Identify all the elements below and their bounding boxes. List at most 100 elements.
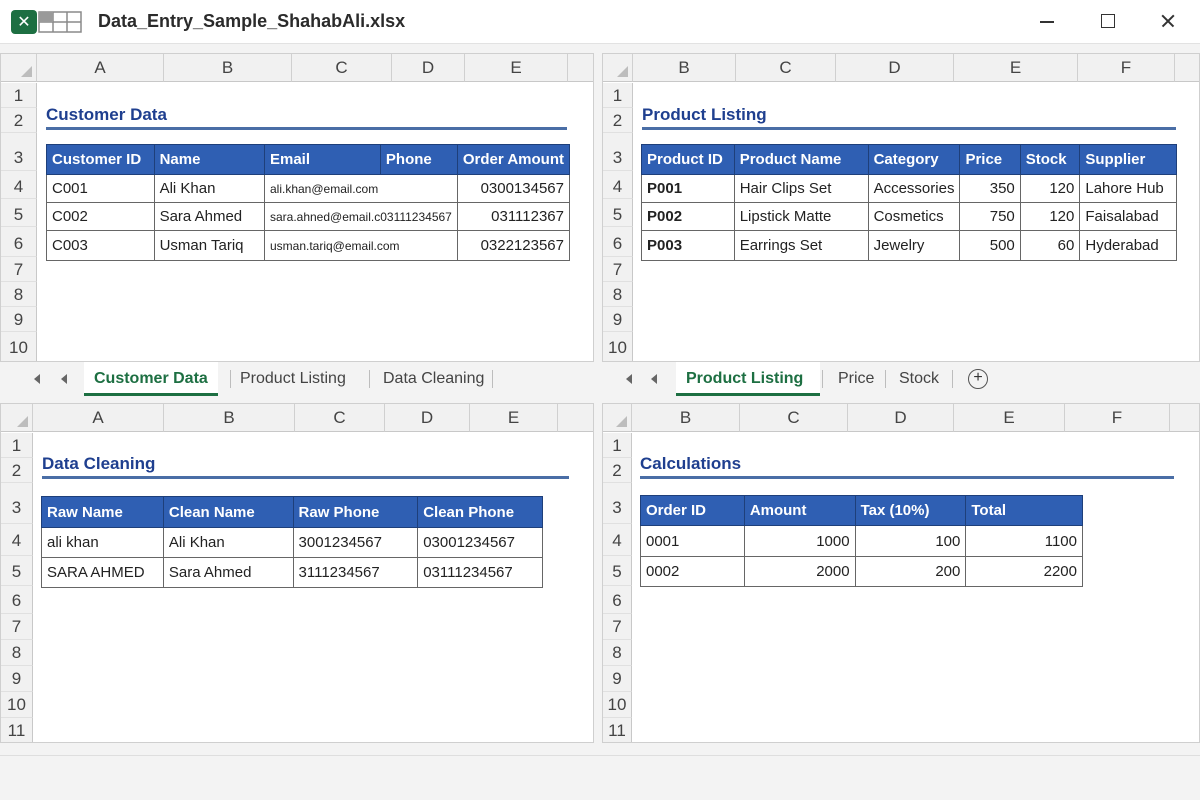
scroll-tabs-prev-icon[interactable]	[651, 374, 657, 384]
table-cell[interactable]: Sara Ahmed	[153, 202, 265, 231]
row-header-9[interactable]: 9	[1, 307, 37, 332]
row-header-8[interactable]: 8	[603, 640, 632, 666]
header-cell[interactable]: Amount	[743, 495, 856, 526]
row-header-10[interactable]: 10	[1, 332, 37, 361]
header-cell[interactable]: Raw Phone	[292, 496, 419, 528]
column-header-c[interactable]: C	[736, 54, 836, 82]
row-header-9[interactable]: 9	[603, 307, 633, 332]
table-cell[interactable]: 3111234567	[292, 557, 419, 588]
header-cell[interactable]: Customer ID	[46, 144, 155, 175]
select-all-corner[interactable]	[603, 54, 633, 82]
row-header-7[interactable]: 7	[1, 257, 37, 282]
row-header-10[interactable]: 10	[603, 332, 633, 361]
column-header-e[interactable]: E	[954, 54, 1078, 82]
table-cell[interactable]: 2000	[743, 556, 856, 587]
scroll-tabs-prev-icon[interactable]	[61, 374, 67, 384]
row-header-7[interactable]: 7	[603, 614, 632, 640]
row-header-2[interactable]: 2	[603, 108, 633, 133]
column-header-d[interactable]: D	[848, 404, 954, 432]
row-header-6[interactable]: 6	[1, 227, 37, 257]
table-cell[interactable]: 1100	[965, 525, 1083, 557]
row-header-6[interactable]: 6	[603, 227, 633, 257]
column-header-c[interactable]: C	[292, 54, 392, 82]
table-cell[interactable]: Lahore Hub	[1079, 174, 1177, 203]
table-cell[interactable]: P001	[641, 174, 735, 203]
table-cell[interactable]: 750	[959, 202, 1021, 231]
table-cell[interactable]: ali khan	[41, 527, 164, 558]
table-cell[interactable]: 03111234567	[417, 557, 543, 588]
table-cell[interactable]: SARA AHMED	[41, 557, 164, 588]
row-header-10[interactable]: 10	[603, 692, 632, 718]
table-cell[interactable]: Lipstick Matte	[733, 202, 869, 231]
row-header-11[interactable]: 11	[603, 718, 632, 742]
header-cell[interactable]: Name	[153, 144, 265, 175]
maximize-button[interactable]	[1092, 8, 1122, 34]
table-cell[interactable]: Earrings Set	[733, 230, 869, 261]
row-header-3[interactable]: 3	[603, 483, 632, 524]
row-header-7[interactable]: 7	[603, 257, 633, 282]
row-header-1[interactable]: 1	[1, 83, 37, 108]
row-header-5[interactable]: 5	[1, 556, 33, 586]
select-all-corner[interactable]	[1, 404, 33, 432]
header-cell[interactable]: Order Amount	[456, 144, 571, 175]
row-header-11[interactable]: 11	[1, 718, 33, 742]
row-header-6[interactable]: 6	[1, 586, 33, 614]
table-cell[interactable]: Hair Clips Set	[733, 174, 869, 203]
row-header-2[interactable]: 2	[603, 458, 632, 483]
row-header-10[interactable]: 10	[1, 692, 33, 718]
header-cell[interactable]: Product ID	[641, 144, 735, 175]
table-cell[interactable]: 0300134567	[456, 174, 571, 203]
table-cell[interactable]: 60	[1019, 230, 1081, 261]
column-header-d[interactable]: D	[836, 54, 954, 82]
column-header-e[interactable]: E	[465, 54, 568, 82]
column-header-a[interactable]: A	[33, 404, 164, 432]
header-cell[interactable]: Tax (10%)	[854, 495, 967, 526]
header-cell[interactable]: Phone	[379, 144, 458, 175]
row-header-5[interactable]: 5	[603, 199, 633, 227]
tab-stock[interactable]: Stock	[889, 362, 949, 396]
table-cell[interactable]: 500	[959, 230, 1021, 261]
table-cell[interactable]: 0002	[640, 556, 745, 587]
scroll-tabs-left-icon[interactable]	[626, 374, 632, 384]
minimize-button[interactable]	[1032, 8, 1062, 34]
column-header-b[interactable]: B	[164, 54, 292, 82]
table-cell[interactable]: 200	[854, 556, 967, 587]
header-cell[interactable]: Clean Phone	[417, 496, 543, 528]
row-header-9[interactable]: 9	[1, 666, 33, 692]
tab-product-listing[interactable]: Product Listing	[230, 362, 356, 396]
table-cell[interactable]: Sara Ahmed	[162, 557, 294, 588]
table-cell[interactable]: 031112367	[456, 202, 571, 231]
row-header-8[interactable]: 8	[1, 640, 33, 666]
header-cell[interactable]: Stock	[1019, 144, 1081, 175]
table-cell[interactable]: 120	[1019, 202, 1081, 231]
header-cell[interactable]: Email	[263, 144, 381, 175]
row-header-4[interactable]: 4	[1, 171, 37, 199]
row-header-8[interactable]: 8	[1, 282, 37, 307]
table-cell[interactable]: 100	[854, 525, 967, 557]
table-cell[interactable]: C002	[46, 202, 155, 231]
row-header-4[interactable]: 4	[1, 524, 33, 556]
column-header-f[interactable]: F	[1065, 404, 1170, 432]
table-cell[interactable]: 350	[959, 174, 1021, 203]
column-header-a[interactable]: A	[37, 54, 164, 82]
table-cell[interactable]: Hyderabad	[1079, 230, 1177, 261]
table-cell[interactable]: Jewelry	[867, 230, 961, 261]
column-header-d[interactable]: D	[385, 404, 470, 432]
tab-price[interactable]: Price	[828, 362, 884, 396]
table-cell[interactable]: C001	[46, 174, 155, 203]
close-button[interactable]	[1153, 8, 1183, 34]
select-all-corner[interactable]	[603, 404, 632, 432]
table-cell[interactable]: 0322123567	[456, 230, 571, 261]
tab-product-listing[interactable]: Product Listing	[676, 362, 820, 396]
column-header-f[interactable]: F	[1078, 54, 1175, 82]
header-cell[interactable]: Product Name	[733, 144, 869, 175]
row-header-8[interactable]: 8	[603, 282, 633, 307]
row-header-6[interactable]: 6	[603, 586, 632, 614]
tab-data-cleaning[interactable]: Data Cleaning	[373, 362, 494, 396]
row-header-3[interactable]: 3	[1, 133, 37, 171]
table-cell[interactable]: P002	[641, 202, 735, 231]
row-header-3[interactable]: 3	[1, 483, 33, 524]
table-cell[interactable]: P003	[641, 230, 735, 261]
column-header-c[interactable]: C	[740, 404, 848, 432]
row-header-4[interactable]: 4	[603, 524, 632, 556]
